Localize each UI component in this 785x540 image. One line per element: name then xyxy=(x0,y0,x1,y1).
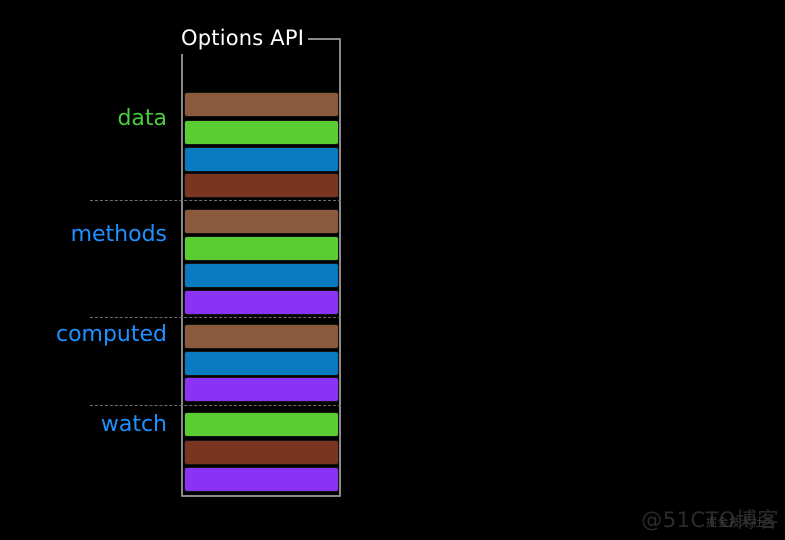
group-separator-methods xyxy=(90,317,341,318)
bar-watch-1 xyxy=(184,412,339,437)
group-separator-data xyxy=(90,200,341,201)
diagram-canvas: Options API data methods computed watch @51… xyxy=(0,0,785,540)
bar-methods-3 xyxy=(184,263,339,288)
group-label-methods: methods xyxy=(71,222,167,247)
group-label-data: data xyxy=(117,106,167,131)
bar-watch-3 xyxy=(184,467,339,492)
options-api-title: Options API xyxy=(181,22,308,54)
bar-data-4 xyxy=(184,173,339,198)
bar-computed-2 xyxy=(184,351,339,376)
bar-methods-4 xyxy=(184,290,339,315)
group-separator-computed xyxy=(90,405,341,406)
bar-computed-3 xyxy=(184,377,339,402)
watermark-sub-text: 掘金技术社区 xyxy=(706,514,775,530)
bar-data-1 xyxy=(184,92,339,117)
bar-data-3 xyxy=(184,147,339,172)
group-label-computed: computed xyxy=(56,322,167,347)
bar-computed-1 xyxy=(184,324,339,349)
bar-watch-2 xyxy=(184,440,339,465)
group-label-watch: watch xyxy=(101,412,167,437)
bar-methods-1 xyxy=(184,209,339,234)
bar-methods-2 xyxy=(184,236,339,261)
watermark: @51CTO博客 掘金技术社区 xyxy=(639,504,779,532)
bar-data-2 xyxy=(184,120,339,145)
